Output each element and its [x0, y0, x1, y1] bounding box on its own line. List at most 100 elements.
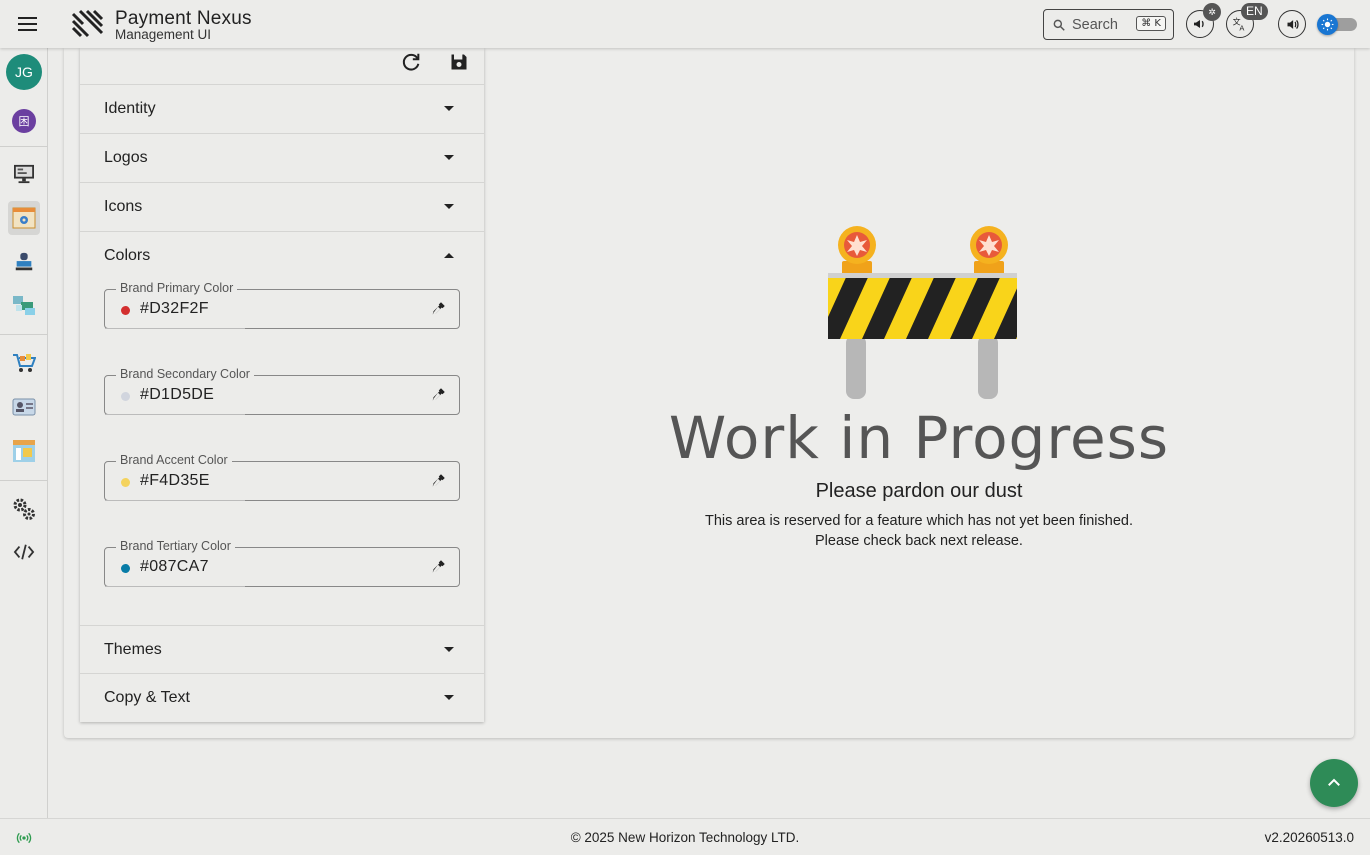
rail-divider [0, 480, 48, 481]
language-badge: EN [1241, 3, 1268, 20]
puzzle-icon [13, 296, 35, 315]
svg-text:A: A [1239, 24, 1244, 32]
top-bar: Payment Nexus Management UI Search ⌘ K ✲… [0, 0, 1370, 48]
field-underline [105, 414, 245, 415]
section-colors[interactable]: Colors [80, 232, 484, 281]
search-button[interactable]: Search ⌘ K [1043, 9, 1174, 40]
rail-item-terminal[interactable] [8, 245, 40, 279]
construction-barrier-icon [828, 226, 1017, 399]
code-icon [13, 544, 35, 560]
field-underline [105, 586, 245, 587]
wip-title: Work in Progress [668, 404, 1170, 472]
stamp-icon [15, 252, 33, 271]
brand-secondary-color-field[interactable]: Brand Secondary Color #D1D5DE [104, 367, 460, 415]
color-swatch [121, 306, 130, 315]
field-underline [105, 328, 245, 329]
rail-item-catalog[interactable] [8, 434, 40, 468]
rail-item-commerce[interactable] [8, 346, 40, 380]
version: v2.20260513.0 [1264, 830, 1354, 845]
brand-secondary-color-value: #D1D5DE [140, 386, 215, 403]
section-colors-title: Colors [104, 247, 151, 264]
wip-message-2: Please check back next release. [815, 533, 1023, 549]
section-logos[interactable]: Logos [80, 134, 484, 183]
rail-divider [0, 334, 48, 335]
brand-accent-color-label: Brand Accent Color [116, 453, 232, 467]
brand-accent-color-value: #F4D35E [140, 472, 210, 489]
rail-item-developer[interactable] [8, 535, 40, 569]
color-swatch [121, 478, 130, 487]
eyedropper-icon[interactable] [429, 472, 447, 490]
main-content: Identity Logos Icons Colors Brand Primar… [64, 48, 1354, 738]
section-icons[interactable]: Icons [80, 183, 484, 232]
cart-icon [13, 354, 36, 372]
section-themes[interactable]: Themes [80, 625, 484, 674]
eyedropper-icon[interactable] [429, 558, 447, 576]
volume-icon [1287, 19, 1299, 29]
sound-button[interactable] [1278, 10, 1306, 38]
sun-icon [1317, 14, 1338, 35]
section-identity[interactable]: Identity [80, 85, 484, 134]
section-themes-title: Themes [104, 641, 162, 658]
rail-divider [0, 146, 48, 147]
chevron-up-icon [444, 253, 454, 258]
refresh-icon [402, 53, 420, 71]
rail-item-network[interactable] [8, 288, 40, 322]
copyright: © 2025 New Horizon Technology LTD. [570, 830, 800, 845]
theme-toggle[interactable] [1317, 14, 1357, 35]
rail-item-branding[interactable] [8, 201, 40, 235]
section-copy-text[interactable]: Copy & Text [80, 674, 484, 723]
save-button[interactable] [447, 50, 471, 74]
wip-message-1: This area is reserved for a feature whic… [705, 513, 1133, 529]
bug-icon: ✲ [1208, 6, 1216, 17]
branding-panel: Identity Logos Icons Colors Brand Primar… [80, 48, 484, 722]
color-swatch [121, 392, 130, 401]
chevron-up-icon [1328, 778, 1340, 786]
search-shortcut: ⌘ K [1136, 16, 1166, 31]
browser-settings-icon [12, 207, 36, 229]
monitor-icon [14, 164, 34, 184]
brand-primary-color-field[interactable]: Brand Primary Color #D32F2F [104, 281, 460, 329]
chevron-down-icon [444, 647, 454, 652]
menu-icon[interactable] [14, 12, 42, 36]
brand-tertiary-color-label: Brand Tertiary Color [116, 539, 235, 553]
notification-badge: ✲ [1203, 3, 1221, 21]
rail-item-dashboard[interactable] [8, 157, 40, 191]
refresh-button[interactable] [399, 50, 423, 74]
section-logos-title: Logos [104, 149, 148, 166]
rail-item-settings[interactable] [8, 492, 40, 526]
section-icons-title: Icons [104, 198, 143, 215]
chevron-down-icon [444, 204, 454, 209]
brand-tertiary-color-field[interactable]: Brand Tertiary Color #087CA7 [104, 539, 460, 587]
section-copy-text-title: Copy & Text [104, 689, 190, 706]
rail-item-contacts[interactable] [8, 390, 40, 424]
eyedropper-icon[interactable] [429, 300, 447, 318]
store-icon [13, 440, 35, 462]
brand-primary-color-label: Brand Primary Color [116, 281, 238, 295]
brand-tertiary-color-value: #087CA7 [140, 558, 209, 575]
org-avatar[interactable]: 困 [12, 109, 36, 133]
work-in-progress: Work in Progress Please pardon our dust … [484, 48, 1354, 738]
eyedropper-icon[interactable] [429, 386, 447, 404]
brand-accent-color-field[interactable]: Brand Accent Color #F4D35E [104, 453, 460, 501]
panel-toolbar [80, 48, 484, 85]
brand-primary-color-value: #D32F2F [140, 300, 209, 317]
brand-secondary-color-label: Brand Secondary Color [116, 367, 254, 381]
side-rail: JG 困 [0, 48, 48, 818]
chevron-down-icon [444, 106, 454, 111]
scroll-top-button[interactable] [1310, 759, 1358, 807]
user-avatar[interactable]: JG [6, 54, 42, 90]
chevron-down-icon [444, 695, 454, 700]
app-subtitle: Management UI [115, 27, 212, 42]
search-icon [1053, 19, 1065, 31]
field-underline [105, 500, 245, 501]
wip-subtitle: Please pardon our dust [815, 480, 1023, 502]
section-identity-title: Identity [104, 100, 156, 117]
save-icon [451, 54, 467, 70]
color-swatch [121, 564, 130, 573]
footer: © 2025 New Horizon Technology LTD. v2.20… [0, 818, 1370, 855]
id-card-icon [12, 398, 36, 416]
brand-logo-icon [71, 9, 104, 38]
gears-icon [13, 498, 35, 520]
search-label: Search [1072, 16, 1118, 33]
chevron-down-icon [444, 155, 454, 160]
